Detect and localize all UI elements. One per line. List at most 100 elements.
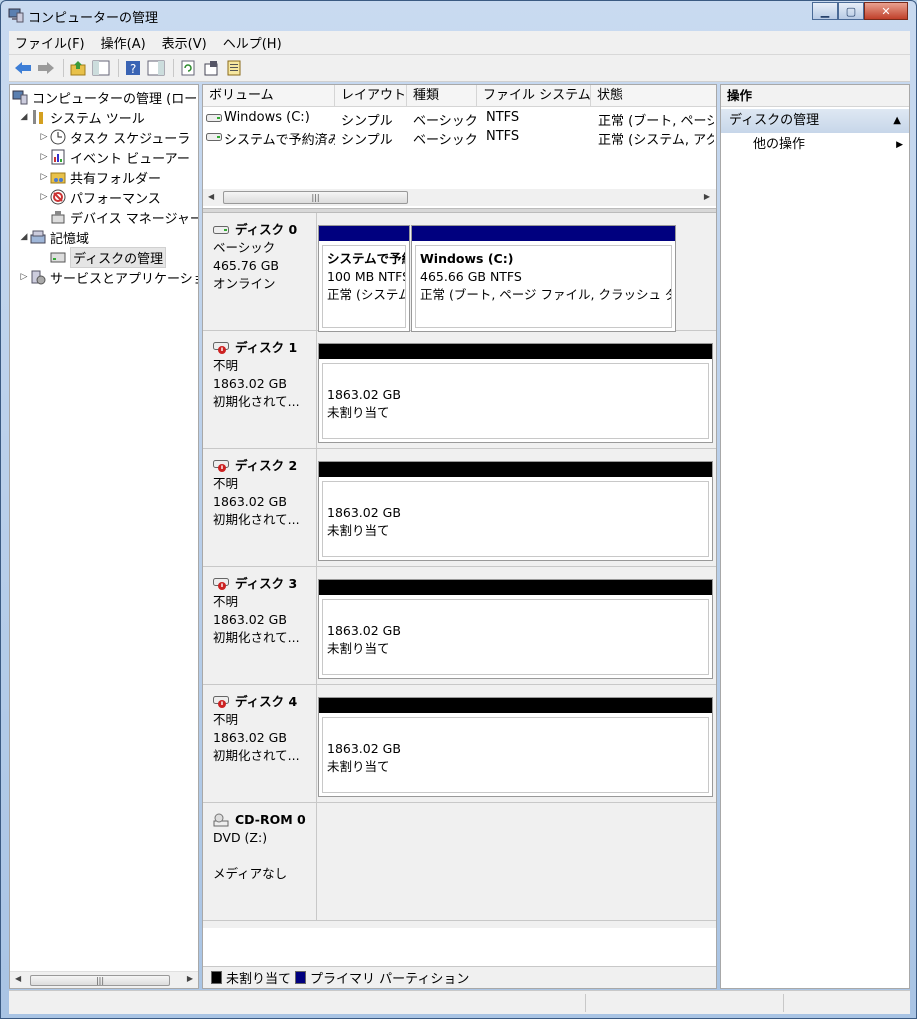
primary-partition-bar — [319, 226, 409, 241]
menu-file[interactable]: ファイル(F) — [15, 33, 85, 52]
tree-disk-management[interactable]: ディスクの管理 — [50, 246, 167, 268]
collapse-arrow-icon[interactable]: ◢ — [18, 232, 30, 242]
folder-up-icon — [70, 61, 86, 76]
tree-system-tools[interactable]: ◢ システム ツール — [18, 107, 145, 127]
scroll-right-icon[interactable]: ▶ — [704, 192, 710, 201]
scroll-thumb[interactable]: ||| — [30, 975, 170, 986]
disk-type: ベーシック — [213, 240, 276, 255]
disk-label[interactable]: ディスク 2 不明 1863.02 GB 初期化されて... — [203, 449, 317, 566]
help-button[interactable]: ? — [123, 58, 143, 78]
partition-size: 100 MB NTFS — [327, 269, 406, 284]
tree-root[interactable]: コンピューターの管理 (ローカル) — [12, 87, 198, 107]
scroll-right-icon[interactable]: ▶ — [187, 974, 193, 983]
partition-system-reserved[interactable]: システムで予約 100 MB NTFS 正常 (システム — [318, 225, 410, 332]
partition-info: 1863.02 GB 未割り当て — [322, 599, 709, 675]
disk-size: 1863.02 GB — [213, 730, 287, 745]
help-icon: ? — [126, 61, 140, 76]
actions-section-disk-management[interactable]: ディスクの管理 ▲ — [721, 109, 909, 133]
partition-info: Windows (C:) 465.66 GB NTFS 正常 (ブート, ページ… — [415, 245, 672, 328]
disk-row: ディスク 2 不明 1863.02 GB 初期化されて... 1863.02 G… — [203, 449, 716, 567]
collapse-up-icon[interactable]: ▲ — [893, 109, 901, 133]
disk-graphical-view: ディスク 0 ベーシック 465.76 GB オンライン システムで予約 100… — [203, 213, 716, 928]
unallocated-region[interactable]: 1863.02 GB 未割り当て — [318, 579, 713, 679]
disk-size — [213, 847, 316, 865]
disk-size: 465.76 GB — [213, 258, 279, 273]
title-bar[interactable]: コンピューターの管理 ▁ ▢ ✕ — [1, 1, 916, 29]
menu-help[interactable]: ヘルプ(H) — [223, 33, 282, 52]
show-hide-tree-button[interactable] — [91, 58, 111, 78]
computer-management-icon — [12, 90, 28, 105]
properties-button[interactable] — [201, 58, 221, 78]
disk-label[interactable]: CD-ROM 0 DVD (Z:) メディアなし — [203, 803, 317, 920]
unallocated-region[interactable]: 1863.02 GB 未割り当て — [318, 697, 713, 797]
volume-name: Windows (C:) — [224, 110, 310, 125]
scroll-left-icon[interactable]: ◀ — [15, 974, 21, 983]
disk-label[interactable]: ディスク 4 不明 1863.02 GB 初期化されて... — [203, 685, 317, 802]
menu-action[interactable]: 操作(A) — [101, 33, 146, 52]
partition-windows-c[interactable]: Windows (C:) 465.66 GB NTFS 正常 (ブート, ページ… — [411, 225, 676, 332]
more-actions-label: 他の操作 — [753, 137, 806, 152]
minimize-button[interactable]: ▁ — [812, 2, 838, 20]
expand-arrow-icon[interactable]: ▷ — [18, 272, 30, 282]
volume-layout: シンプル — [341, 133, 393, 148]
column-header-layout[interactable]: レイアウト — [335, 85, 407, 107]
disk-size: 1863.02 GB — [213, 494, 287, 509]
tree-horizontal-scrollbar[interactable]: ◀ ||| ▶ — [10, 971, 198, 988]
back-button[interactable] — [13, 58, 33, 78]
menu-view[interactable]: 表示(V) — [162, 33, 207, 52]
refresh-icon — [181, 60, 195, 76]
column-header-type[interactable]: 種類 — [407, 85, 477, 107]
tree-event-viewer[interactable]: ▷ イベント ビューアー — [38, 147, 190, 167]
disk-label[interactable]: ディスク 3 不明 1863.02 GB 初期化されて... — [203, 567, 317, 684]
export-list-button[interactable] — [224, 58, 244, 78]
volume-row[interactable]: Windows (C:) シンプル ベーシック NTFS 正常 (ブート, ペー… — [203, 109, 716, 129]
tree-label: イベント ビューアー — [70, 151, 190, 167]
tree-shared-folders[interactable]: ▷ 共有フォルダー — [38, 167, 161, 187]
legend-unallocated: 未割り当て — [226, 972, 292, 987]
partition-info: システムで予約 100 MB NTFS 正常 (システム — [322, 245, 406, 328]
partition-status: 未割り当て — [327, 759, 390, 774]
forward-button[interactable] — [36, 58, 56, 78]
disk-management-icon — [50, 252, 66, 263]
disk-size: 1863.02 GB — [213, 612, 287, 627]
more-actions-item[interactable]: 他の操作 ▶ — [753, 135, 903, 155]
volume-list-scrollbar[interactable]: ◀ ||| ▶ — [203, 189, 716, 206]
close-button[interactable]: ✕ — [864, 2, 908, 20]
collapse-arrow-icon[interactable]: ◢ — [18, 112, 30, 122]
tree-performance[interactable]: ▷ パフォーマンス — [38, 187, 161, 207]
column-header-volume[interactable]: ボリューム — [203, 85, 335, 107]
unallocated-bar — [319, 344, 712, 359]
scroll-left-icon[interactable]: ◀ — [208, 192, 214, 201]
unallocated-region[interactable]: 1863.02 GB 未割り当て — [318, 343, 713, 443]
refresh-button[interactable] — [178, 58, 198, 78]
tree-task-scheduler[interactable]: ▷ タスク スケジューラ — [38, 127, 190, 147]
partition-info: 1863.02 GB 未割り当て — [322, 481, 709, 557]
unallocated-region[interactable]: 1863.02 GB 未割り当て — [318, 461, 713, 561]
tree-storage[interactable]: ◢ 記憶域 — [18, 227, 89, 247]
tree-label: タスク スケジューラ — [70, 131, 191, 147]
column-header-filesystem[interactable]: ファイル システム — [477, 85, 591, 107]
disk-name: ディスク 0 — [235, 222, 298, 237]
expand-arrow-icon[interactable]: ▷ — [38, 132, 50, 142]
forward-arrow-icon — [38, 62, 54, 74]
maximize-button[interactable]: ▢ — [838, 2, 864, 20]
expand-arrow-icon[interactable]: ▷ — [38, 152, 50, 162]
volume-row[interactable]: システムで予約済み シンプル ベーシック NTFS 正常 (システム, アク — [203, 128, 716, 148]
volume-status: 正常 (ブート, ページ — [598, 114, 714, 129]
disk-unknown-icon — [213, 696, 229, 708]
column-header-status[interactable]: 状態 — [591, 85, 716, 107]
up-level-button[interactable] — [68, 58, 88, 78]
show-hide-action-pane-button[interactable] — [146, 58, 166, 78]
disk-label[interactable]: ディスク 1 不明 1863.02 GB 初期化されて... — [203, 331, 317, 448]
expand-arrow-icon[interactable]: ▷ — [38, 172, 50, 182]
tree-device-manager[interactable]: デバイス マネージャー — [50, 207, 198, 227]
tree-label: デバイス マネージャー — [70, 211, 198, 227]
status-bar — [9, 990, 910, 1014]
legend: 未割り当て プライマリ パーティション — [203, 966, 716, 988]
disk-label[interactable]: ディスク 0 ベーシック 465.76 GB オンライン — [203, 213, 317, 330]
tree-services-applications[interactable]: ▷ サービスとアプリケーション — [18, 267, 198, 287]
tree-label: パフォーマンス — [70, 191, 161, 207]
volume-icon — [206, 114, 222, 122]
expand-arrow-icon[interactable]: ▷ — [38, 192, 50, 202]
scroll-thumb[interactable]: ||| — [223, 191, 408, 204]
